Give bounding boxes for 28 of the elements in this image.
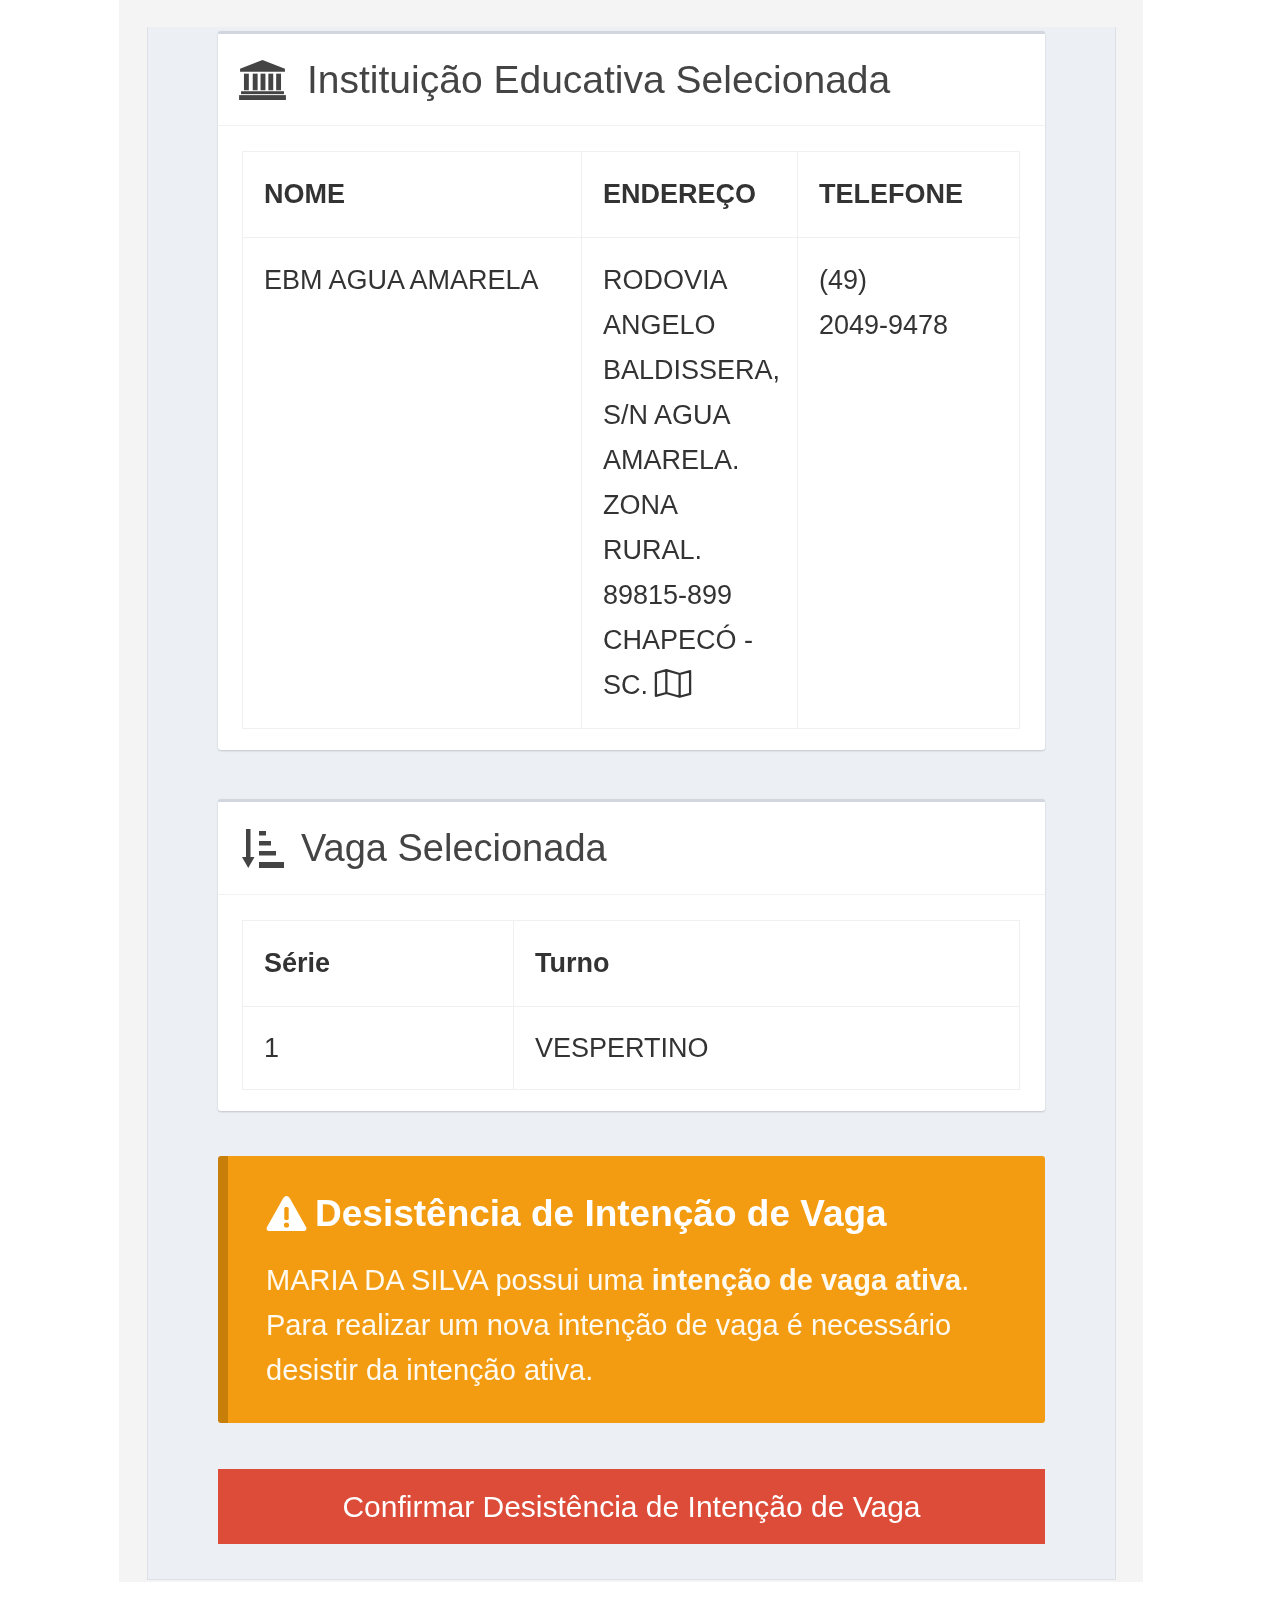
card-title: Vaga Selecionada (301, 826, 607, 871)
address-line: S/N AGUA (603, 400, 731, 430)
address-line: SC. (603, 670, 648, 700)
confirm-button[interactable]: Confirmar Desistência de Intenção de Vaga (218, 1469, 1045, 1544)
column-header: TELEFONE (797, 151, 1020, 238)
table-cell: (49) 2049-9478 (797, 237, 1020, 729)
warning-icon (266, 1195, 307, 1232)
address-line: RURAL. (603, 535, 703, 565)
address-line: CHAPECÓ - (603, 625, 754, 655)
table-cell: VESPERTINO (513, 1006, 1020, 1090)
card-title: Instituição Educativa Selecionada (307, 56, 891, 103)
alert-title: Desistência de Intenção de Vaga (315, 1192, 887, 1236)
table-cell: EBM AGUA AMARELA (242, 237, 582, 729)
institution-icon (239, 59, 286, 100)
map-icon[interactable] (654, 668, 692, 698)
address-line: 89815-899 (603, 580, 733, 610)
address-line: ZONA (603, 490, 678, 520)
alert-message: MARIA DA SILVA possui uma intenção de vaga ativa. Para realizar um nova intenção de vaga é necessário desistir da intenção ativa. (266, 1263, 971, 1388)
address-line: RODOVIA (603, 265, 728, 295)
address-line: AMARELA. (603, 445, 740, 475)
column-header: Turno (513, 920, 1020, 1007)
address-line: ANGELO (603, 310, 716, 340)
column-header: NOME (242, 151, 582, 238)
column-header: Série (242, 920, 514, 1007)
sort-icon (242, 826, 285, 870)
column-header: ENDEREÇO (581, 151, 798, 238)
table-cell: 1 (242, 1006, 514, 1090)
address-line: BALDISSERA, (603, 355, 781, 385)
